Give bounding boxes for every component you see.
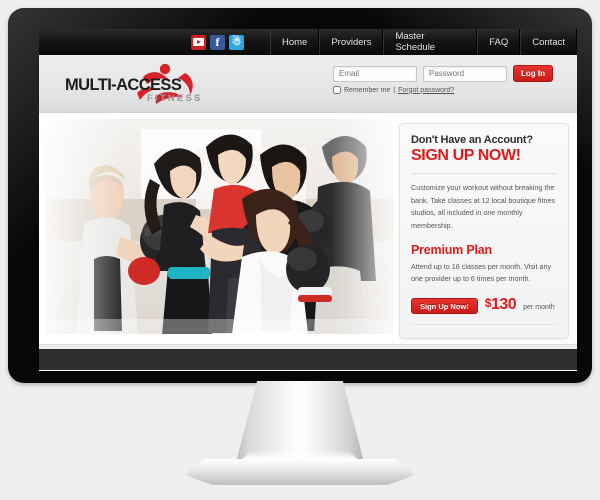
page-footer-dark (39, 349, 577, 370)
logo-tagline: FITNESS (147, 93, 203, 104)
site-header: MULTI-ACCESS FITNESS Log In Remember me … (39, 55, 577, 113)
monitor-stand-neck (235, 381, 365, 466)
youtube-icon[interactable] (191, 34, 206, 50)
signup-headline: SIGN UP NOW! (411, 147, 521, 164)
logo-wordmark: MULTI-ACCESS (65, 76, 182, 94)
nav-item-providers[interactable]: Providers (319, 29, 384, 55)
facebook-icon[interactable]: f (210, 34, 225, 50)
hero-photo (46, 119, 394, 334)
email-field[interactable] (333, 65, 417, 82)
signup-cta-row: Sign Up Now! $130 per month (411, 296, 557, 315)
monitor-screen: f ☃ Home Providers Master Schedule FAQ C… (39, 29, 577, 371)
twitter-icon[interactable]: ☃ (229, 34, 244, 50)
nav-item-contact[interactable]: Contact (520, 29, 577, 55)
signup-divider (411, 173, 557, 175)
forgot-password-link[interactable]: Forgot password? (398, 87, 454, 94)
signup-card: Don't Have an Account? SIGN UP NOW! Cust… (399, 123, 569, 339)
sign-up-now-button[interactable]: Sign Up Now! (411, 298, 478, 315)
nav-item-master-schedule[interactable]: Master Schedule (383, 29, 478, 55)
social-links: f ☃ (191, 29, 244, 55)
signup-bottom-divider (411, 324, 557, 326)
top-navigation-bar: f ☃ Home Providers Master Schedule FAQ C… (39, 29, 577, 55)
password-field[interactable] (423, 65, 507, 82)
remember-me-checkbox[interactable] (333, 86, 341, 94)
monitor-bezel: f ☃ Home Providers Master Schedule FAQ C… (8, 8, 592, 383)
screenshot-stage: f ☃ Home Providers Master Schedule FAQ C… (0, 0, 600, 500)
login-box: Log In Remember me | Forgot password? (333, 65, 563, 94)
login-options: Remember me | Forgot password? (333, 86, 563, 94)
remember-me-label: Remember me (344, 86, 391, 94)
price-period: per month (523, 303, 555, 311)
nav-item-home[interactable]: Home (270, 29, 320, 55)
signup-eyebrow: Don't Have an Account? (411, 134, 533, 146)
plan-description: Attend up to 18 classes per month. Visit… (411, 261, 552, 284)
price-amount: 130 (490, 295, 517, 313)
plan-title: Premium Plan (411, 242, 492, 257)
hero-section: Don't Have an Account? SIGN UP NOW! Cust… (39, 113, 577, 344)
site-logo[interactable]: MULTI-ACCESS FITNESS (59, 63, 219, 105)
log-in-button[interactable]: Log In (513, 65, 553, 82)
plan-price: $130 (485, 295, 517, 314)
main-nav: Home Providers Master Schedule FAQ Conta… (270, 29, 577, 55)
login-separator: | (393, 86, 396, 94)
signup-description: Customize your workout without breaking … (411, 183, 556, 230)
login-row: Log In (333, 65, 563, 82)
nav-item-faq[interactable]: FAQ (477, 29, 521, 55)
monitor-stand-base (184, 459, 416, 485)
